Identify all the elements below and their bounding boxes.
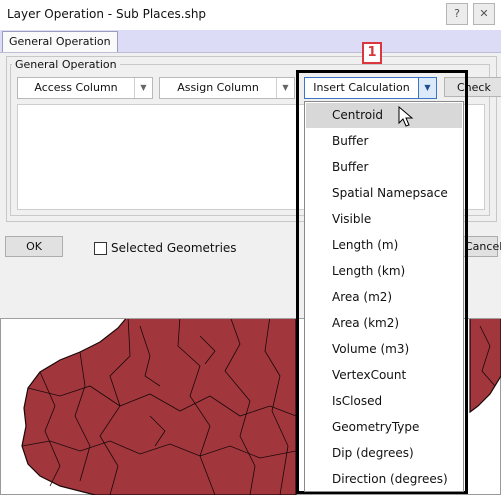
assign-column-dropdown[interactable]: Assign Column ▼ xyxy=(159,77,295,99)
menu-item[interactable]: Spatial Namepsace xyxy=(306,181,462,206)
window-title: Layer Operation - Sub Places.shp xyxy=(7,7,207,21)
menu-item[interactable]: Volume (m3) xyxy=(306,337,462,362)
selected-geometries-checkbox[interactable] xyxy=(94,242,107,255)
assign-column-label: Assign Column xyxy=(177,81,259,94)
chevron-down-icon: ▼ xyxy=(276,78,294,98)
menu-item[interactable]: Buffer xyxy=(306,129,462,154)
menu-item[interactable]: GeometryType xyxy=(306,415,462,440)
cancel-button-label: Cancel xyxy=(465,240,501,253)
mouse-cursor-icon xyxy=(398,106,414,127)
menu-item[interactable]: Centroid xyxy=(306,103,462,128)
tab-general-operation[interactable]: General Operation xyxy=(2,31,118,52)
annotation-badge: 1 xyxy=(362,42,382,64)
access-column-label: Access Column xyxy=(34,81,118,94)
chevron-down-icon: ▼ xyxy=(134,78,152,98)
menu-item[interactable]: Length (km) xyxy=(306,259,462,284)
menu-item[interactable]: Direction (degrees) xyxy=(306,467,462,492)
menu-item[interactable]: Area (m2) xyxy=(306,285,462,310)
ok-button[interactable]: OK xyxy=(5,236,63,257)
menu-item[interactable]: Visible xyxy=(306,207,462,232)
menu-item[interactable]: IsClosed xyxy=(306,389,462,414)
close-icon[interactable]: ✕ xyxy=(473,3,495,25)
map-region-east xyxy=(469,316,501,414)
help-icon[interactable]: ? xyxy=(446,3,468,25)
group-label: General Operation xyxy=(12,58,120,71)
title-bar: Layer Operation - Sub Places.shp ? ✕ xyxy=(0,0,501,30)
menu-item[interactable]: VertexCount xyxy=(306,363,462,388)
selected-geometries-label: Selected Geometries xyxy=(111,241,237,255)
insert-calculation-menu: Centroid Buffer Buffer Spatial Namepsace Vis… xyxy=(304,101,464,492)
menu-item[interactable]: Area (km2) xyxy=(306,311,462,336)
menu-item[interactable]: Length (m) xyxy=(306,233,462,258)
access-column-dropdown[interactable]: Access Column ▼ xyxy=(17,77,153,99)
menu-item[interactable]: Buffer xyxy=(306,155,462,180)
tab-strip: General Operation xyxy=(0,30,501,53)
menu-item[interactable]: Dip (degrees) xyxy=(306,441,462,466)
